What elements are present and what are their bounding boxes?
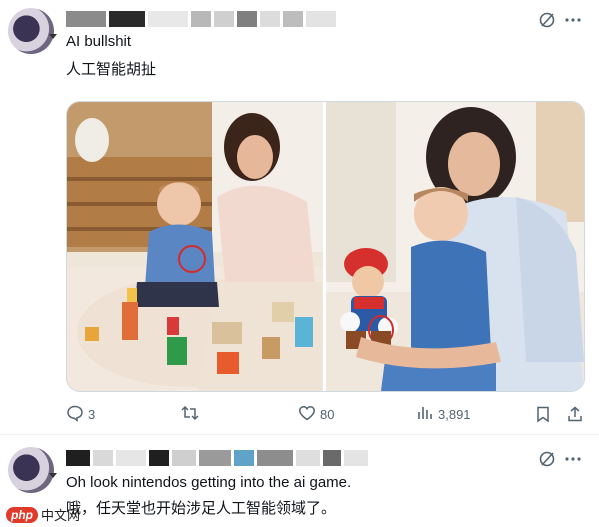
php-logo: php [6, 506, 38, 523]
reply-action[interactable]: 3 [66, 404, 95, 425]
reply-count: 3 [88, 407, 96, 422]
heart-icon [298, 404, 316, 425]
bar-chart-icon [416, 404, 434, 425]
slash-circle-icon[interactable] [537, 10, 557, 30]
author-name-redacted[interactable] [66, 10, 336, 28]
tweet: Oh look nintendos getting into the ai ga… [0, 435, 599, 527]
like-action[interactable]: 80 [298, 404, 334, 425]
media-grid[interactable] [66, 101, 585, 392]
media-image-left[interactable] [67, 102, 323, 391]
more-dots-icon[interactable] [563, 10, 583, 30]
views-count: 3,891 [438, 407, 471, 422]
more-dots-icon[interactable] [563, 449, 583, 469]
like-count: 80 [320, 407, 335, 422]
tweet-text-en: AI bullshit [66, 33, 132, 50]
tweet-text-zh: 哦，任天堂也开始涉足人工智能领域了。 [66, 500, 337, 517]
avatar-dropdown-icon[interactable] [48, 28, 58, 39]
views-action[interactable]: 3,891 [416, 404, 471, 425]
share-icon[interactable] [565, 404, 585, 424]
slash-circle-icon[interactable] [537, 449, 557, 469]
retweet-action[interactable] [180, 404, 204, 425]
avatar-dropdown-icon[interactable] [48, 467, 58, 478]
retweet-icon [180, 404, 200, 425]
watermark-site-text: 中文网 [41, 508, 81, 523]
media-image-right[interactable] [326, 102, 584, 391]
site-watermark: php 中文网 [6, 505, 80, 524]
bookmark-icon[interactable] [533, 404, 553, 424]
comment-icon [66, 404, 84, 425]
tweet-text-en: Oh look nintendos getting into the ai ga… [66, 474, 352, 491]
tweet: AI bullshit 人工智能胡扯 3 80 3,891 [0, 0, 599, 434]
tweet-text-zh: 人工智能胡扯 [66, 61, 157, 78]
author-name-redacted[interactable] [66, 449, 368, 467]
